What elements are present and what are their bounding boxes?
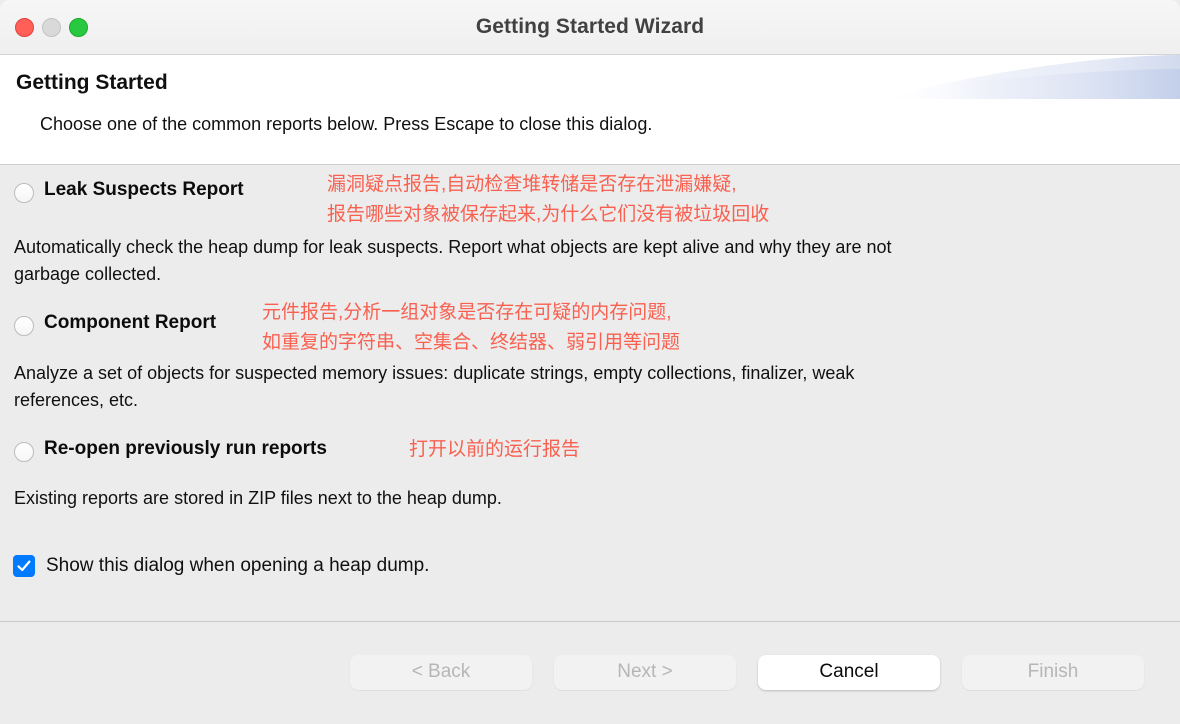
annotation-reopen-reports-line1: 打开以前的运行报告 [409, 439, 581, 460]
annotation-component-report-line2: 如重复的字符串、空集合、终结器、弱引用等问题 [262, 332, 681, 353]
next-button[interactable]: Next > [554, 654, 736, 690]
show-dialog-checkbox-row[interactable]: Show this dialog when opening a heap dum… [13, 555, 429, 577]
radio-leak-suspects-report[interactable] [14, 183, 34, 203]
window-title: Getting Started Wizard [475, 15, 705, 38]
option-description-component-report: Analyze a set of objects for suspected m… [14, 363, 855, 410]
radio-component-report[interactable] [14, 316, 34, 336]
option-leak-suspects-report[interactable]: Leak Suspects Report [14, 179, 244, 203]
option-component-report[interactable]: Component Report [14, 312, 216, 336]
option-label: Re-open previously run reports [44, 438, 327, 459]
page-description: Choose one of the common reports below. … [40, 114, 653, 134]
decorative-swoosh-banner [880, 55, 1180, 99]
checkmark-icon [17, 560, 31, 572]
annotation-leak-suspects-line1: 漏洞疑点报告,自动检查堆转储是否存在泄漏嫌疑, [327, 174, 737, 195]
back-button[interactable]: < Back [350, 654, 532, 690]
radio-reopen-reports[interactable] [14, 442, 34, 462]
wizard-button-bar: < Back Next > Cancel Finish [0, 622, 1180, 722]
cancel-button[interactable]: Cancel [758, 654, 940, 690]
annotation-leak-suspects-line2: 报告哪些对象被保存起来,为什么它们没有被垃圾回收 [327, 204, 770, 225]
maximize-window-icon[interactable] [69, 18, 88, 37]
close-window-icon[interactable] [15, 18, 34, 37]
option-description-leak-suspects: Automatically check the heap dump for le… [14, 237, 892, 284]
option-reopen-reports[interactable]: Re-open previously run reports [14, 438, 327, 462]
wizard-header: Getting Started Choose one of the common… [0, 55, 1180, 165]
show-dialog-checkbox-label: Show this dialog when opening a heap dum… [46, 555, 430, 576]
finish-button[interactable]: Finish [962, 654, 1144, 690]
option-description-reopen-reports: Existing reports are stored in ZIP files… [14, 488, 502, 508]
wizard-window: Getting Started Wizard Getting Started C… [0, 0, 1180, 724]
option-label: Leak Suspects Report [44, 179, 244, 200]
traffic-light-group [15, 0, 88, 55]
option-label: Component Report [44, 312, 217, 333]
minimize-window-icon[interactable] [42, 18, 61, 37]
annotation-component-report-line1: 元件报告,分析一组对象是否存在可疑的内存问题, [262, 302, 672, 323]
title-bar: Getting Started Wizard [0, 0, 1180, 55]
wizard-content: Leak Suspects Report 漏洞疑点报告,自动检查堆转储是否存在泄… [0, 165, 1180, 622]
show-dialog-checkbox[interactable] [13, 555, 35, 577]
page-title: Getting Started [16, 71, 168, 94]
